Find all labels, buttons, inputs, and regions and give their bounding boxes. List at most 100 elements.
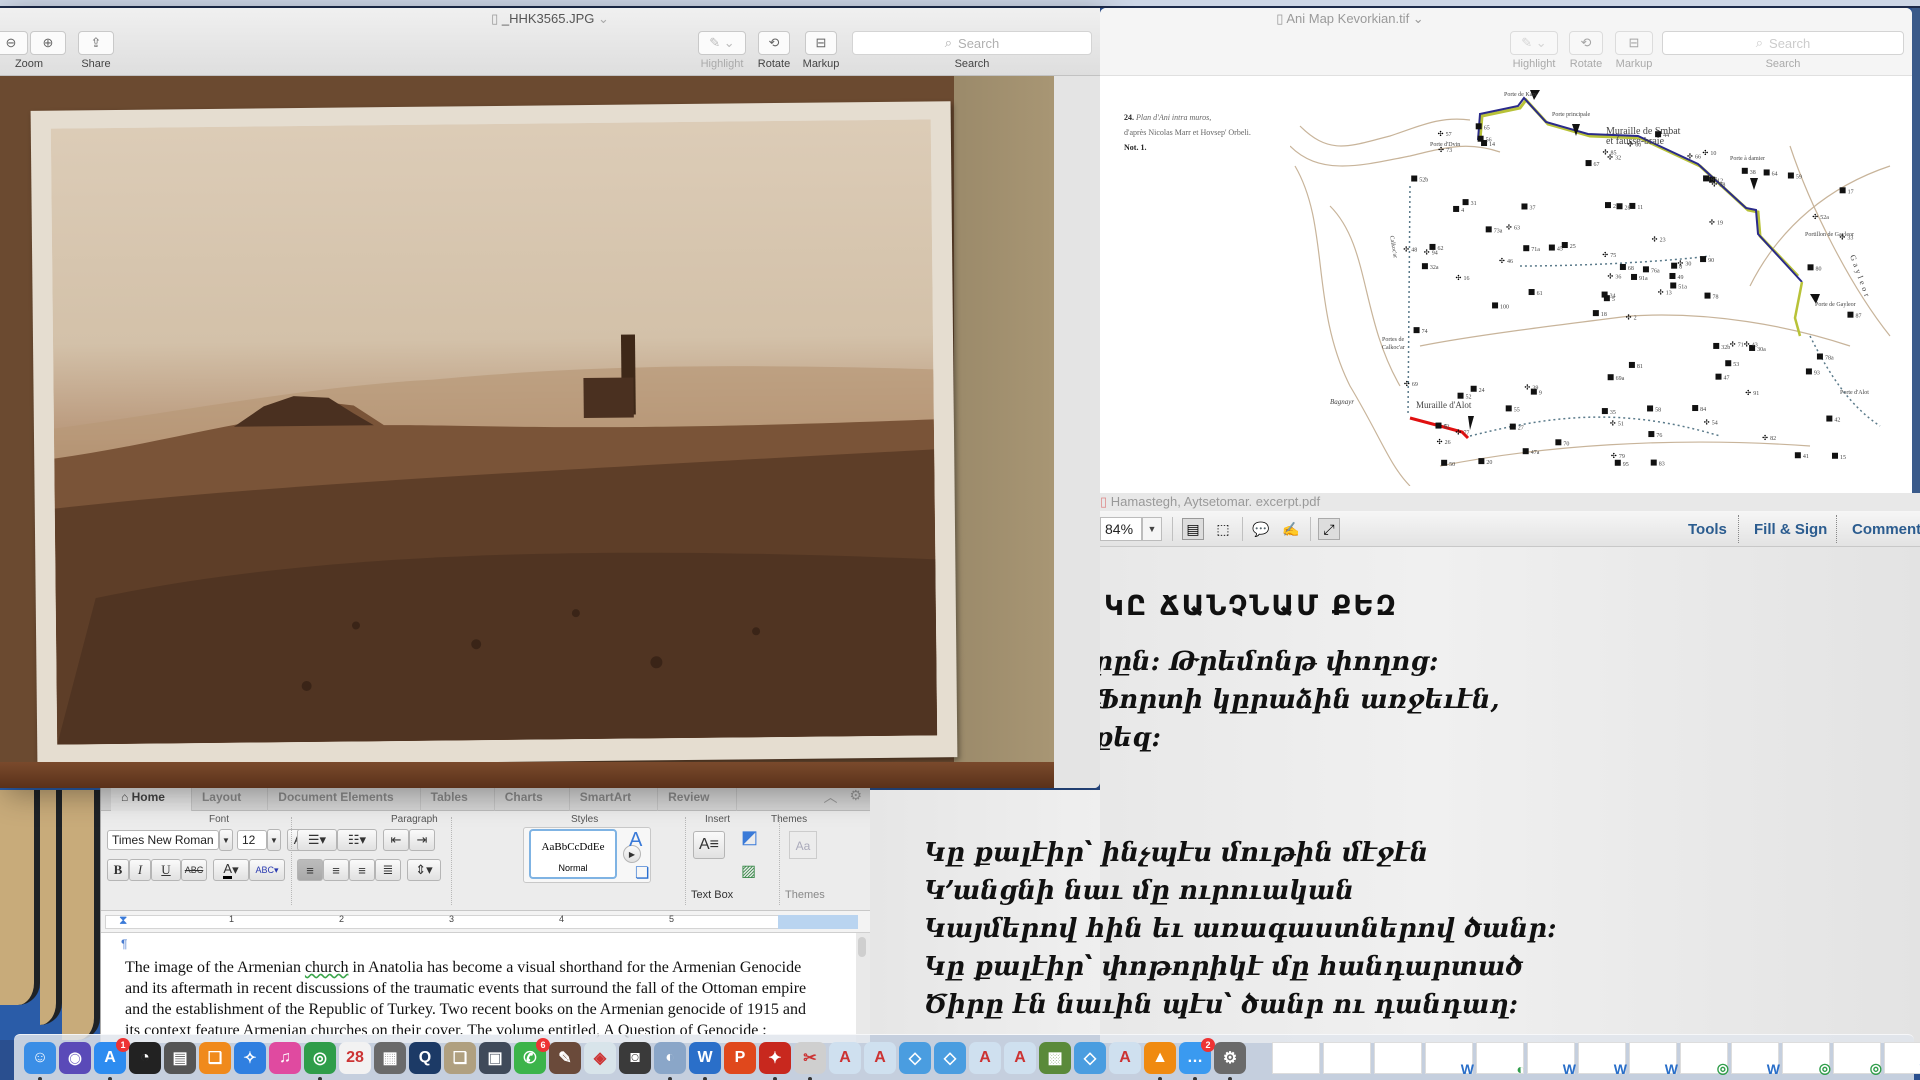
markup-button[interactable]: ⊟ <box>805 31 837 55</box>
rotate-button[interactable]: ⟲ <box>1569 31 1603 55</box>
dock-minimized-chrome-3[interactable]: ◎ <box>1833 1041 1882 1076</box>
dock-acrobat[interactable]: ✦ <box>759 1041 791 1080</box>
dock-ibooks[interactable]: ❑ <box>199 1041 231 1074</box>
text-box-button[interactable]: A≡ <box>693 831 725 859</box>
markup-button[interactable]: ⊟ <box>1615 31 1653 55</box>
dock-preview[interactable]: ◐ <box>654 1041 686 1080</box>
dock-quicktime[interactable]: Q <box>409 1041 441 1074</box>
align-right-button[interactable]: ≡ <box>349 859 375 881</box>
dock-minimized-word-doc-4[interactable]: W <box>1629 1041 1678 1077</box>
ruler[interactable]: 1 2 3 4 5 ⧗ <box>101 911 870 933</box>
dock-safari[interactable]: ✧ <box>234 1041 266 1074</box>
chevron-down-icon[interactable]: ⌄ <box>594 11 609 26</box>
dock-maps[interactable]: ◈ <box>584 1041 616 1074</box>
dock-minimized-acrobat-window[interactable]: ◐ <box>1476 1041 1525 1077</box>
dock-minimized-word-doc-3[interactable]: W <box>1578 1041 1627 1077</box>
dock-minimized-doc[interactable] <box>1272 1041 1320 1074</box>
line-spacing-button[interactable]: ⇕▾ <box>407 859 441 881</box>
dock-minimized-chrome-1[interactable]: ◎ <box>1680 1041 1729 1076</box>
dock-minecraft[interactable]: ▩ <box>1039 1041 1071 1074</box>
full-screen-button[interactable]: ⤢ <box>1318 518 1340 540</box>
dock-minimized-word-doc-5[interactable]: W <box>1731 1041 1780 1077</box>
dock-word[interactable]: W <box>689 1041 721 1080</box>
highlight-button[interactable]: ✎ ⌄ <box>1510 31 1558 55</box>
picture-icon[interactable]: ▨ <box>741 861 756 881</box>
font-size-dropdown[interactable]: ▼ <box>267 829 281 851</box>
dock-image-capture[interactable]: ❏ <box>444 1041 476 1074</box>
dock-facetime[interactable]: ✆ 6 <box>514 1037 550 1074</box>
dock-messages[interactable]: … 2 <box>1179 1037 1215 1080</box>
dock-screenshot[interactable]: ◙ <box>619 1041 651 1074</box>
zoom-level-field[interactable]: 84% <box>1100 517 1142 541</box>
styles-pane-icon[interactable]: A <box>629 829 642 852</box>
font-size-field[interactable]: 12 <box>237 830 267 850</box>
document-page[interactable]: ¶ The image of the Armenian church in An… <box>101 933 856 1043</box>
zoom-in-button[interactable]: ⊕ <box>30 31 66 55</box>
zoom-out-button[interactable]: ⊖ <box>0 31 28 55</box>
dock-system-preferences[interactable]: ⚙ <box>1214 1041 1246 1080</box>
dock-finder[interactable]: ☺ <box>24 1041 56 1080</box>
highlight-color-button[interactable]: ABC▾ <box>249 859 285 881</box>
shapes-icon[interactable]: ◩ <box>741 827 758 848</box>
dock-preview-device[interactable]: ▣ <box>479 1041 511 1074</box>
bold-button[interactable]: B <box>107 859 129 881</box>
dock-vlc[interactable]: ▲ <box>1144 1041 1176 1080</box>
dock-minimized-chrome-window[interactable] <box>1323 1041 1371 1074</box>
dock-doc-a5[interactable]: A <box>1109 1041 1141 1074</box>
dock-minimized-mail[interactable] <box>1374 1041 1422 1074</box>
fit-page-button[interactable]: ⬚ <box>1212 518 1234 540</box>
photo-canvas[interactable] <box>0 76 1054 788</box>
dock-minimized-word-doc-2[interactable]: W <box>1527 1041 1576 1077</box>
dock-printer[interactable]: ▤ <box>164 1041 196 1074</box>
dock-doc-blue3[interactable]: ◇ <box>1074 1041 1106 1074</box>
search-input[interactable]: ⌕ Search <box>852 31 1092 55</box>
dock-calculator[interactable]: ▦ <box>374 1041 406 1074</box>
strikethrough-button[interactable]: ABC <box>181 859 207 881</box>
dock-doc-a2[interactable]: A <box>864 1041 896 1074</box>
align-left-button[interactable]: ≡ <box>297 859 323 881</box>
fill-sign-button[interactable]: Fill & Sign <box>1754 521 1827 538</box>
map-canvas[interactable]: 24. Plan d'Ani intra muros, d'après Nico… <box>1100 76 1912 493</box>
document-paragraph[interactable]: The image of the Armenian church in Anat… <box>125 957 825 1043</box>
dock-chrome[interactable]: ◎ <box>304 1041 336 1080</box>
increase-indent-button[interactable]: ⇥ <box>409 829 435 851</box>
dock-minimized-word-doc-1[interactable]: W <box>1425 1041 1474 1077</box>
italic-button[interactable]: I <box>129 859 151 881</box>
dock-powerpoint[interactable]: P <box>724 1041 756 1074</box>
dock-siri[interactable]: ◉ <box>59 1041 91 1074</box>
search-input[interactable]: ⌕ Search <box>1662 31 1904 55</box>
font-name-field[interactable]: Times New Roman <box>107 830 219 850</box>
dock-doc-a3[interactable]: A <box>969 1041 1001 1074</box>
dock-dashboard[interactable]: ◔ <box>129 1041 161 1074</box>
dock-app-misc[interactable]: ✎ <box>549 1041 581 1074</box>
themes-button[interactable]: Aa <box>789 831 817 859</box>
chevron-down-icon[interactable]: ⌄ <box>1409 11 1424 26</box>
dock-app-store[interactable]: A1 <box>94 1037 130 1080</box>
dock-minimized-word-doc-6[interactable]: W <box>1884 1041 1920 1077</box>
gear-icon[interactable]: ⚙ <box>849 787 862 807</box>
comment-panel-button[interactable]: Comment <box>1852 521 1920 538</box>
align-center-button[interactable]: ≡ <box>323 859 349 881</box>
decrease-indent-button[interactable]: ⇤ <box>383 829 409 851</box>
dock-calendar[interactable]: 28 <box>339 1041 371 1074</box>
dock-doc-blue1[interactable]: ◇ <box>899 1041 931 1074</box>
numbering-button[interactable]: ☷▾ <box>337 829 377 851</box>
spelling-flagged-word[interactable]: church <box>305 959 349 976</box>
style-inspector-icon[interactable]: ❏ <box>635 863 649 883</box>
collapse-ribbon-icon[interactable]: ︿ <box>823 787 837 807</box>
highlight-text-button[interactable]: ✍ <box>1280 518 1302 540</box>
justify-button[interactable]: ≣ <box>375 859 401 881</box>
rotate-button[interactable]: ⟲ <box>758 31 790 55</box>
dock-doc-blue2[interactable]: ◇ <box>934 1041 966 1074</box>
dock-doc-a1[interactable]: A <box>829 1041 861 1074</box>
dock-doc-a4[interactable]: A <box>1004 1041 1036 1074</box>
comment-button[interactable]: 💬 <box>1250 518 1272 540</box>
highlight-button[interactable]: ✎ ⌄ <box>698 31 746 55</box>
bullets-button[interactable]: ☰▾ <box>297 829 337 851</box>
vertical-scrollbar[interactable] <box>858 937 866 957</box>
font-color-button[interactable]: A ▾ <box>213 859 249 881</box>
tools-button[interactable]: Tools <box>1688 521 1727 538</box>
font-name-dropdown[interactable]: ▼ <box>219 829 233 851</box>
zoom-dropdown[interactable]: ▼ <box>1142 517 1162 541</box>
dock-script-editor[interactable]: ✂ <box>794 1041 826 1080</box>
